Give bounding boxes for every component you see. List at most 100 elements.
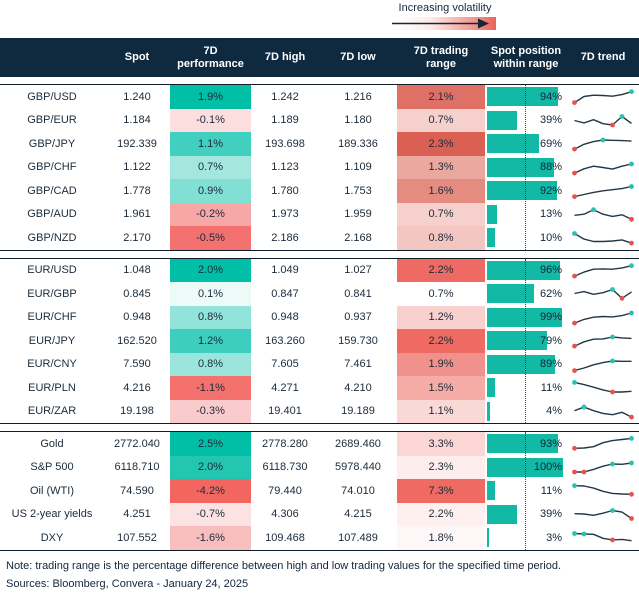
low-value: 107.489 [338, 531, 378, 544]
position-bar-cell: 39% [485, 503, 567, 527]
column-header-spot-position: Spot position within range [490, 45, 562, 70]
asset-label: S&P 500 [30, 461, 74, 474]
performance-cell: 1.2% [170, 329, 251, 353]
table-row: DXY 107.552 -1.6% 109.468 107.489 1.8% 3… [0, 526, 639, 550]
asset-label: GBP/EUR [27, 114, 77, 127]
trading-range-cell: 0.7% [397, 202, 485, 226]
position-bar-cell: 92% [485, 179, 567, 203]
high-value: 1.973 [271, 208, 299, 221]
trading-range-cell: 3.3% [397, 432, 485, 456]
section-separator [0, 249, 639, 259]
position-bar [487, 378, 496, 398]
high-value: 4.306 [271, 508, 299, 521]
trading-range-cell: 1.2% [397, 305, 485, 329]
position-label: 96% [539, 264, 562, 277]
trading-range-cell: 1.6% [397, 179, 485, 203]
position-bar [487, 134, 540, 154]
high-value: 2.186 [271, 231, 299, 244]
spot-value: 74.590 [120, 484, 154, 497]
trend-sparkline [567, 376, 639, 400]
volatility-legend: Increasing volatility [392, 2, 496, 30]
fx-market-dashboard: Increasing volatility Spot 7D performanc… [0, 0, 639, 598]
table-row: S&P 500 6118.710 2.0% 6118.730 5978.440 … [0, 455, 639, 480]
position-label: 62% [539, 287, 562, 300]
column-header-7d-trend: 7D trend [580, 51, 626, 64]
trading-range-cell: 1.8% [397, 526, 485, 550]
trading-range-cell: 2.3% [397, 455, 485, 479]
low-value: 1.959 [344, 208, 372, 221]
position-label: 94% [539, 90, 562, 103]
position-bar-cell: 100% [485, 456, 567, 480]
asset-label: Oil (WTI) [30, 484, 74, 497]
trading-range-cell: 1.3% [397, 155, 485, 179]
high-value: 193.698 [265, 137, 305, 150]
trend-sparkline [567, 456, 639, 480]
table-row: US 2-year yields 4.251 -0.7% 4.306 4.215… [0, 502, 639, 527]
high-value: 109.468 [265, 531, 305, 544]
position-label: 79% [539, 334, 562, 347]
spot-value: 1.778 [123, 184, 151, 197]
trend-sparkline [567, 85, 639, 109]
range-midpoint-line [525, 85, 526, 250]
low-value: 0.841 [344, 287, 372, 300]
performance-cell: -0.1% [170, 108, 251, 132]
performance-cell: 0.9% [170, 179, 251, 203]
volatility-legend-label: Increasing volatility [398, 2, 492, 14]
high-value: 1.242 [271, 90, 299, 103]
low-value: 5978.440 [335, 461, 381, 474]
performance-cell: 1.1% [170, 132, 251, 156]
position-label: 39% [539, 508, 562, 521]
asset-label: GBP/USD [27, 90, 77, 103]
trading-range-cell: 2.2% [397, 502, 485, 526]
trading-range-cell: 2.2% [397, 329, 485, 353]
position-label: 100% [533, 461, 562, 474]
column-header-7d-performance: 7D performance [177, 45, 244, 70]
asset-label: EUR/CNY [27, 358, 77, 371]
position-bar [487, 401, 490, 421]
performance-cell: -0.5% [170, 226, 251, 250]
performance-cell: -0.2% [170, 202, 251, 226]
position-label: 13% [539, 208, 562, 221]
position-label: 11% [540, 381, 562, 394]
trend-sparkline [567, 282, 639, 306]
position-bar [487, 481, 496, 501]
trend-sparkline [567, 226, 639, 250]
low-value: 1.109 [344, 161, 372, 174]
high-value: 6118.730 [262, 461, 308, 474]
performance-cell: 0.7% [170, 155, 251, 179]
position-bar-cell: 13% [485, 203, 567, 227]
range-midpoint-line [525, 432, 526, 550]
performance-cell: -1.1% [170, 376, 251, 400]
low-value: 159.730 [338, 334, 378, 347]
high-value: 0.948 [271, 311, 299, 324]
trading-range-cell: 2.2% [397, 258, 485, 282]
high-value: 2778.280 [262, 437, 308, 450]
position-bar [487, 110, 517, 130]
performance-cell: 0.8% [170, 352, 251, 376]
position-label: 69% [539, 137, 562, 150]
high-value: 1.049 [271, 264, 299, 277]
table-row: EUR/PLN 4.216 -1.1% 4.271 4.210 1.5% 11% [0, 376, 639, 400]
asset-label: Gold [40, 437, 64, 450]
low-value: 2689.460 [335, 437, 381, 450]
asset-label: EUR/JPY [28, 334, 76, 347]
performance-cell: 0.1% [170, 282, 251, 306]
position-label: 89% [539, 358, 562, 371]
table-section: GBP/USD 1.240 1.9% 1.242 1.216 2.1% 94% … [0, 85, 639, 250]
volatility-gradient-bar [392, 17, 496, 30]
spot-value: 4.216 [123, 381, 151, 394]
trading-range-cell: 0.7% [397, 282, 485, 306]
low-value: 1.753 [344, 184, 372, 197]
table-row: GBP/CAD 1.778 0.9% 1.780 1.753 1.6% 92% [0, 179, 639, 203]
table-body: GBP/USD 1.240 1.9% 1.242 1.216 2.1% 94% … [0, 85, 639, 550]
table-bottom-rule [0, 549, 639, 551]
market-table: Spot 7D performance 7D high 7D low 7D tr… [0, 38, 639, 551]
high-value: 79.440 [268, 484, 302, 497]
high-value: 1.780 [271, 184, 299, 197]
trend-sparkline [567, 400, 639, 424]
column-header-7d-high: 7D high [264, 51, 306, 64]
position-bar-cell: 89% [485, 353, 567, 377]
trend-sparkline [567, 353, 639, 377]
column-header-7d-trading-range: 7D trading range [413, 45, 469, 70]
trend-sparkline [567, 156, 639, 180]
